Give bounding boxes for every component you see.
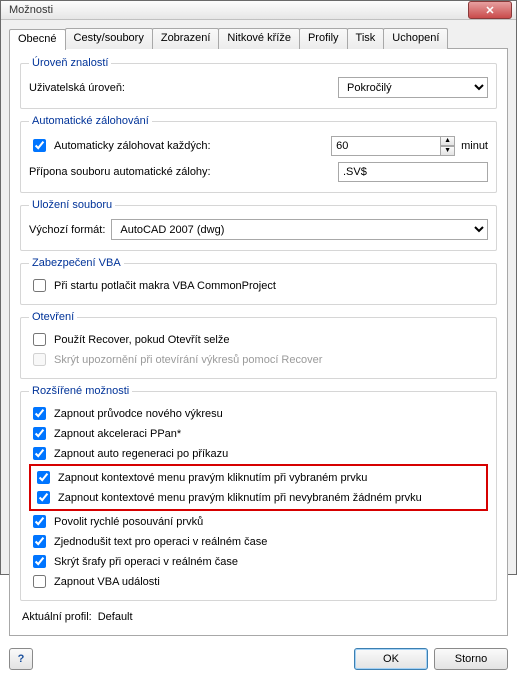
chk-ext-7-label: Skrýt šrafy při operaci v reálném čase [54,556,238,568]
label-backup-suffix: Přípona souboru automatické zálohy: [29,166,211,178]
input-backup-interval[interactable] [331,136,441,156]
chk-ext-5[interactable]: Povolit rychlé posouvání prvků [29,512,488,531]
chk-ext-1[interactable]: Zapnout akceleraci PPan* [29,424,488,443]
titlebar: Možnosti ✕ [1,1,516,20]
chk-ext-0-label: Zapnout průvodce nového výkresu [54,408,223,420]
chk-ext-5-input[interactable] [33,515,46,528]
ok-button[interactable]: OK [354,648,428,670]
chk-ext-1-label: Zapnout akceleraci PPan* [54,428,181,440]
legend-backup: Automatické zálohování [29,115,152,127]
tab-profiles[interactable]: Profily [299,28,348,49]
tab-display[interactable]: Zobrazení [152,28,220,49]
chk-ext-2-input[interactable] [33,447,46,460]
chk-suppress-vba-label: Při startu potlačit makra VBA CommonProj… [54,280,276,292]
current-profile-row: Aktuální profil: Default [20,607,497,625]
chk-ext-5-label: Povolit rychlé posouvání prvků [54,516,203,528]
chk-hide-recover-warn-label: Skrýt upozornění při otevírání výkresů p… [54,354,322,366]
input-backup-suffix[interactable] [338,162,488,182]
legend-knowledge: Úroveň znalostí [29,57,111,69]
legend-save: Uložení souboru [29,199,115,211]
tab-print[interactable]: Tisk [347,28,385,49]
chk-ext-3-label: Zapnout kontextové menu pravým kliknutím… [58,472,367,484]
chk-ext-2[interactable]: Zapnout auto regeneraci po příkazu [29,444,488,463]
highlight-context-menu-options: Zapnout kontextové menu pravým kliknutím… [29,464,488,511]
options-dialog: Možnosti ✕ Obecné Cesty/soubory Zobrazen… [0,0,517,575]
group-auto-backup: Automatické zálohování Automaticky záloh… [20,115,497,193]
chk-ext-0[interactable]: Zapnout průvodce nového výkresu [29,404,488,423]
close-icon: ✕ [485,4,494,17]
label-default-format: Výchozí formát: [29,224,105,236]
chk-ext-1-input[interactable] [33,427,46,440]
legend-open: Otevření [29,311,77,323]
chk-ext-6[interactable]: Zjednodušit text pro operaci v reálném č… [29,532,488,551]
cancel-button[interactable]: Storno [434,648,508,670]
chk-ext-4-input[interactable] [37,491,50,504]
group-vba-security: Zabezpečení VBA Při startu potlačit makr… [20,257,497,305]
group-save-file: Uložení souboru Výchozí formát: AutoCAD … [20,199,497,251]
group-knowledge-level: Úroveň znalostí Uživatelská úroveň: Pokr… [20,57,497,109]
chk-ext-3[interactable]: Zapnout kontextové menu pravým kliknutím… [33,468,484,487]
select-default-format[interactable]: AutoCAD 2007 (dwg) [111,219,488,240]
help-button[interactable]: ? [9,648,33,670]
label-minutes: minut [461,140,488,152]
chk-ext-2-label: Zapnout auto regeneraci po příkazu [54,448,228,460]
group-open: Otevření Použít Recover, pokud Otevřít s… [20,311,497,379]
tabpage-general: Úroveň znalostí Uživatelská úroveň: Pokr… [9,48,508,636]
chk-ext-8-input[interactable] [33,575,46,588]
spin-up-icon[interactable]: ▲ [440,136,455,146]
chk-hide-recover-warn-input [33,353,46,366]
label-user-level: Uživatelská úroveň: [29,82,125,94]
chk-suppress-vba-input[interactable] [33,279,46,292]
chk-ext-7-input[interactable] [33,555,46,568]
dialog-footer: ? OK Storno [1,642,516,676]
group-extended-options: Rozšířené možnosti Zapnout průvodce nové… [20,385,497,601]
chk-ext-6-input[interactable] [33,535,46,548]
label-current-profile: Aktuální profil: [22,611,92,623]
chk-ext-8-label: Zapnout VBA události [54,576,160,588]
chk-auto-backup[interactable]: Automaticky zálohovat každých: [29,136,211,155]
spin-down-icon[interactable]: ▼ [440,146,455,156]
chk-use-recover-input[interactable] [33,333,46,346]
content-area: Obecné Cesty/soubory Zobrazení Nitkové k… [1,20,516,642]
help-icon: ? [18,653,25,665]
chk-ext-7[interactable]: Skrýt šrafy při operaci v reálném čase [29,552,488,571]
chk-hide-recover-warn: Skrýt upozornění při otevírání výkresů p… [29,350,488,369]
window-title: Možnosti [5,4,468,16]
chk-auto-backup-label: Automaticky zálohovat každých: [54,140,211,152]
tab-paths[interactable]: Cesty/soubory [65,28,153,49]
chk-ext-3-input[interactable] [37,471,50,484]
spin-backup-interval[interactable]: ▲ ▼ [331,136,455,156]
value-current-profile: Default [98,611,133,623]
close-button[interactable]: ✕ [468,1,512,19]
tab-crosshairs[interactable]: Nitkové kříže [218,28,300,49]
select-user-level[interactable]: Pokročilý [338,77,488,98]
chk-ext-4[interactable]: Zapnout kontextové menu pravým kliknutím… [33,488,484,507]
legend-vba: Zabezpečení VBA [29,257,124,269]
chk-auto-backup-input[interactable] [33,139,46,152]
chk-use-recover-label: Použít Recover, pokud Otevřít selže [54,334,229,346]
chk-use-recover[interactable]: Použít Recover, pokud Otevřít selže [29,330,488,349]
legend-ext: Rozšířené možnosti [29,385,132,397]
tab-snap[interactable]: Uchopení [383,28,448,49]
chk-suppress-vba[interactable]: Při startu potlačit makra VBA CommonProj… [29,276,488,295]
chk-ext-0-input[interactable] [33,407,46,420]
tab-general[interactable]: Obecné [9,29,66,50]
tabstrip: Obecné Cesty/soubory Zobrazení Nitkové k… [9,28,508,49]
chk-ext-4-label: Zapnout kontextové menu pravým kliknutím… [58,492,422,504]
chk-ext-6-label: Zjednodušit text pro operaci v reálném č… [54,536,267,548]
